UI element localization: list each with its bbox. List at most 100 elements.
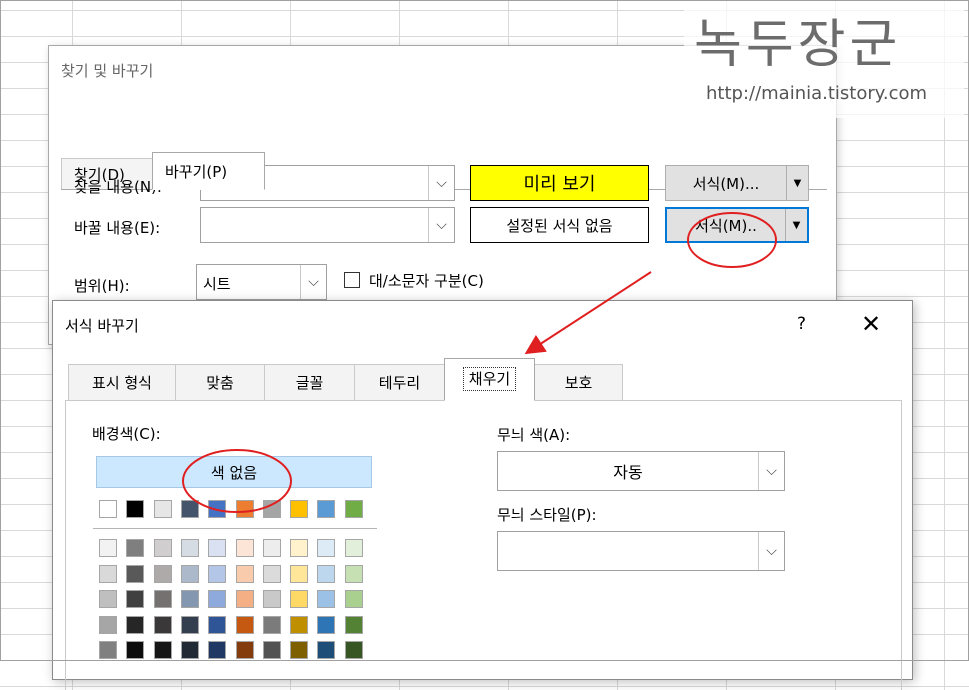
color-swatch[interactable] bbox=[153, 500, 172, 518]
color-swatch[interactable] bbox=[126, 564, 145, 583]
match-case-checkbox[interactable] bbox=[344, 272, 360, 288]
match-case-label: 대/소문자 구분(C) bbox=[369, 272, 484, 290]
format-replace-dialog: 서식 바꾸기 ? ✕ 표시 형식 맞춤 글꼴 테두리 채우기 보호 배경색(C)… bbox=[52, 300, 913, 690]
help-icon[interactable]: ? bbox=[797, 314, 806, 334]
find-format-button[interactable]: 서식(M)... ▼ bbox=[665, 165, 809, 201]
color-swatch[interactable] bbox=[235, 590, 254, 608]
color-swatch[interactable] bbox=[290, 641, 309, 659]
tab-protection[interactable]: 보호 bbox=[534, 364, 623, 400]
color-swatch[interactable] bbox=[126, 590, 145, 608]
color-swatch[interactable] bbox=[262, 590, 281, 608]
color-swatch[interactable] bbox=[208, 615, 227, 634]
watermark-url: http://mainia.tistory.com bbox=[706, 83, 928, 104]
scope-label: 범위(H): bbox=[74, 277, 130, 295]
color-swatch[interactable] bbox=[317, 590, 336, 608]
color-swatch[interactable] bbox=[235, 641, 254, 659]
color-swatch[interactable] bbox=[262, 500, 281, 518]
color-swatch[interactable] bbox=[290, 500, 309, 518]
tab-replace[interactable]: 바꾸기(P) bbox=[152, 152, 265, 190]
dialog-title: 찾기 및 바꾸기 bbox=[61, 62, 154, 80]
color-swatch[interactable] bbox=[126, 500, 145, 518]
color-swatch[interactable] bbox=[126, 615, 145, 634]
tab-fill-label: 채우기 bbox=[462, 367, 517, 391]
color-swatch[interactable] bbox=[290, 539, 309, 557]
tab-border[interactable]: 테두리 bbox=[354, 364, 445, 400]
color-swatch[interactable] bbox=[99, 641, 117, 659]
color-swatch[interactable] bbox=[99, 615, 117, 634]
color-swatch[interactable] bbox=[290, 615, 309, 634]
color-swatch[interactable] bbox=[180, 641, 199, 659]
color-swatch[interactable] bbox=[99, 590, 117, 608]
dialog-title: 서식 바꾸기 bbox=[65, 317, 139, 335]
color-swatch[interactable] bbox=[262, 539, 281, 557]
color-swatch[interactable] bbox=[344, 564, 363, 583]
chevron-down-icon[interactable]: ⌵ bbox=[300, 265, 326, 299]
color-swatch[interactable] bbox=[344, 590, 363, 608]
caret-down-icon[interactable]: ▼ bbox=[785, 209, 807, 241]
color-swatch[interactable] bbox=[344, 615, 363, 634]
color-swatch[interactable] bbox=[208, 564, 227, 583]
color-swatch[interactable] bbox=[180, 615, 199, 634]
color-swatch[interactable] bbox=[317, 615, 336, 634]
color-swatch[interactable] bbox=[208, 500, 227, 518]
color-swatch[interactable] bbox=[344, 500, 363, 518]
chevron-down-icon[interactable]: ⌵ bbox=[758, 532, 784, 570]
tab-number-format[interactable]: 표시 형식 bbox=[68, 364, 176, 400]
color-swatch[interactable] bbox=[180, 500, 199, 518]
color-swatch[interactable] bbox=[126, 641, 145, 659]
color-swatch[interactable] bbox=[153, 539, 172, 557]
color-swatch[interactable] bbox=[235, 564, 254, 583]
find-label: 찾을 내용(N): bbox=[74, 178, 162, 196]
color-swatch[interactable] bbox=[262, 615, 281, 634]
chevron-down-icon[interactable]: ⌵ bbox=[428, 166, 454, 200]
color-swatch[interactable] bbox=[180, 590, 199, 608]
color-swatch[interactable] bbox=[153, 641, 172, 659]
pattern-color-label: 무늬 색(A): bbox=[497, 426, 571, 444]
pattern-style-label: 무늬 스타일(P): bbox=[497, 506, 597, 524]
tab-alignment[interactable]: 맞춤 bbox=[175, 364, 265, 400]
color-swatch[interactable] bbox=[262, 564, 281, 583]
color-swatch[interactable] bbox=[208, 539, 227, 557]
tab-fill[interactable]: 채우기 bbox=[444, 358, 535, 401]
replace-format-button[interactable]: 서식(M).. ▼ bbox=[665, 207, 809, 243]
color-swatch[interactable] bbox=[344, 641, 363, 659]
color-swatch[interactable] bbox=[317, 564, 336, 583]
color-swatch[interactable] bbox=[317, 539, 336, 557]
scope-select[interactable]: 시트 ⌵ bbox=[196, 264, 327, 300]
bg-color-label: 배경색(C): bbox=[92, 425, 161, 443]
pattern-style-select[interactable]: ⌵ bbox=[497, 531, 785, 571]
color-swatch[interactable] bbox=[99, 539, 117, 557]
find-format-preview: 미리 보기 bbox=[470, 165, 649, 201]
watermark: 녹두장군 http://mainia.tistory.com bbox=[684, 0, 964, 118]
color-swatch[interactable] bbox=[262, 641, 281, 659]
replace-format-preview: 설정된 서식 없음 bbox=[470, 207, 649, 243]
replace-format-button-label: 서식(M).. bbox=[695, 216, 757, 235]
tab-font[interactable]: 글꼴 bbox=[264, 364, 355, 400]
color-swatch[interactable] bbox=[99, 564, 117, 583]
find-format-button-label: 서식(M)... bbox=[692, 174, 760, 193]
color-swatch[interactable] bbox=[290, 590, 309, 608]
chevron-down-icon[interactable]: ⌵ bbox=[428, 208, 454, 242]
replace-input[interactable]: ⌵ bbox=[200, 207, 455, 243]
color-swatch[interactable] bbox=[208, 641, 227, 659]
color-swatch[interactable] bbox=[126, 539, 145, 557]
color-swatch[interactable] bbox=[317, 500, 336, 518]
chevron-down-icon[interactable]: ⌵ bbox=[758, 452, 784, 490]
no-color-button[interactable]: 색 없음 bbox=[96, 456, 372, 488]
color-swatch[interactable] bbox=[208, 590, 227, 608]
color-swatch[interactable] bbox=[180, 539, 199, 557]
close-icon[interactable]: ✕ bbox=[861, 309, 881, 339]
caret-down-icon[interactable]: ▼ bbox=[786, 166, 808, 200]
color-swatch[interactable] bbox=[180, 564, 199, 583]
color-swatch[interactable] bbox=[235, 500, 254, 518]
color-swatch[interactable] bbox=[153, 615, 172, 634]
color-swatch[interactable] bbox=[235, 615, 254, 634]
pattern-color-select[interactable]: 자동 ⌵ bbox=[497, 451, 785, 491]
color-swatch[interactable] bbox=[290, 564, 309, 583]
color-swatch[interactable] bbox=[99, 500, 117, 518]
color-swatch[interactable] bbox=[317, 641, 336, 659]
color-swatch[interactable] bbox=[153, 564, 172, 583]
color-swatch[interactable] bbox=[344, 539, 363, 557]
color-swatch[interactable] bbox=[235, 539, 254, 557]
color-swatch[interactable] bbox=[153, 590, 172, 608]
